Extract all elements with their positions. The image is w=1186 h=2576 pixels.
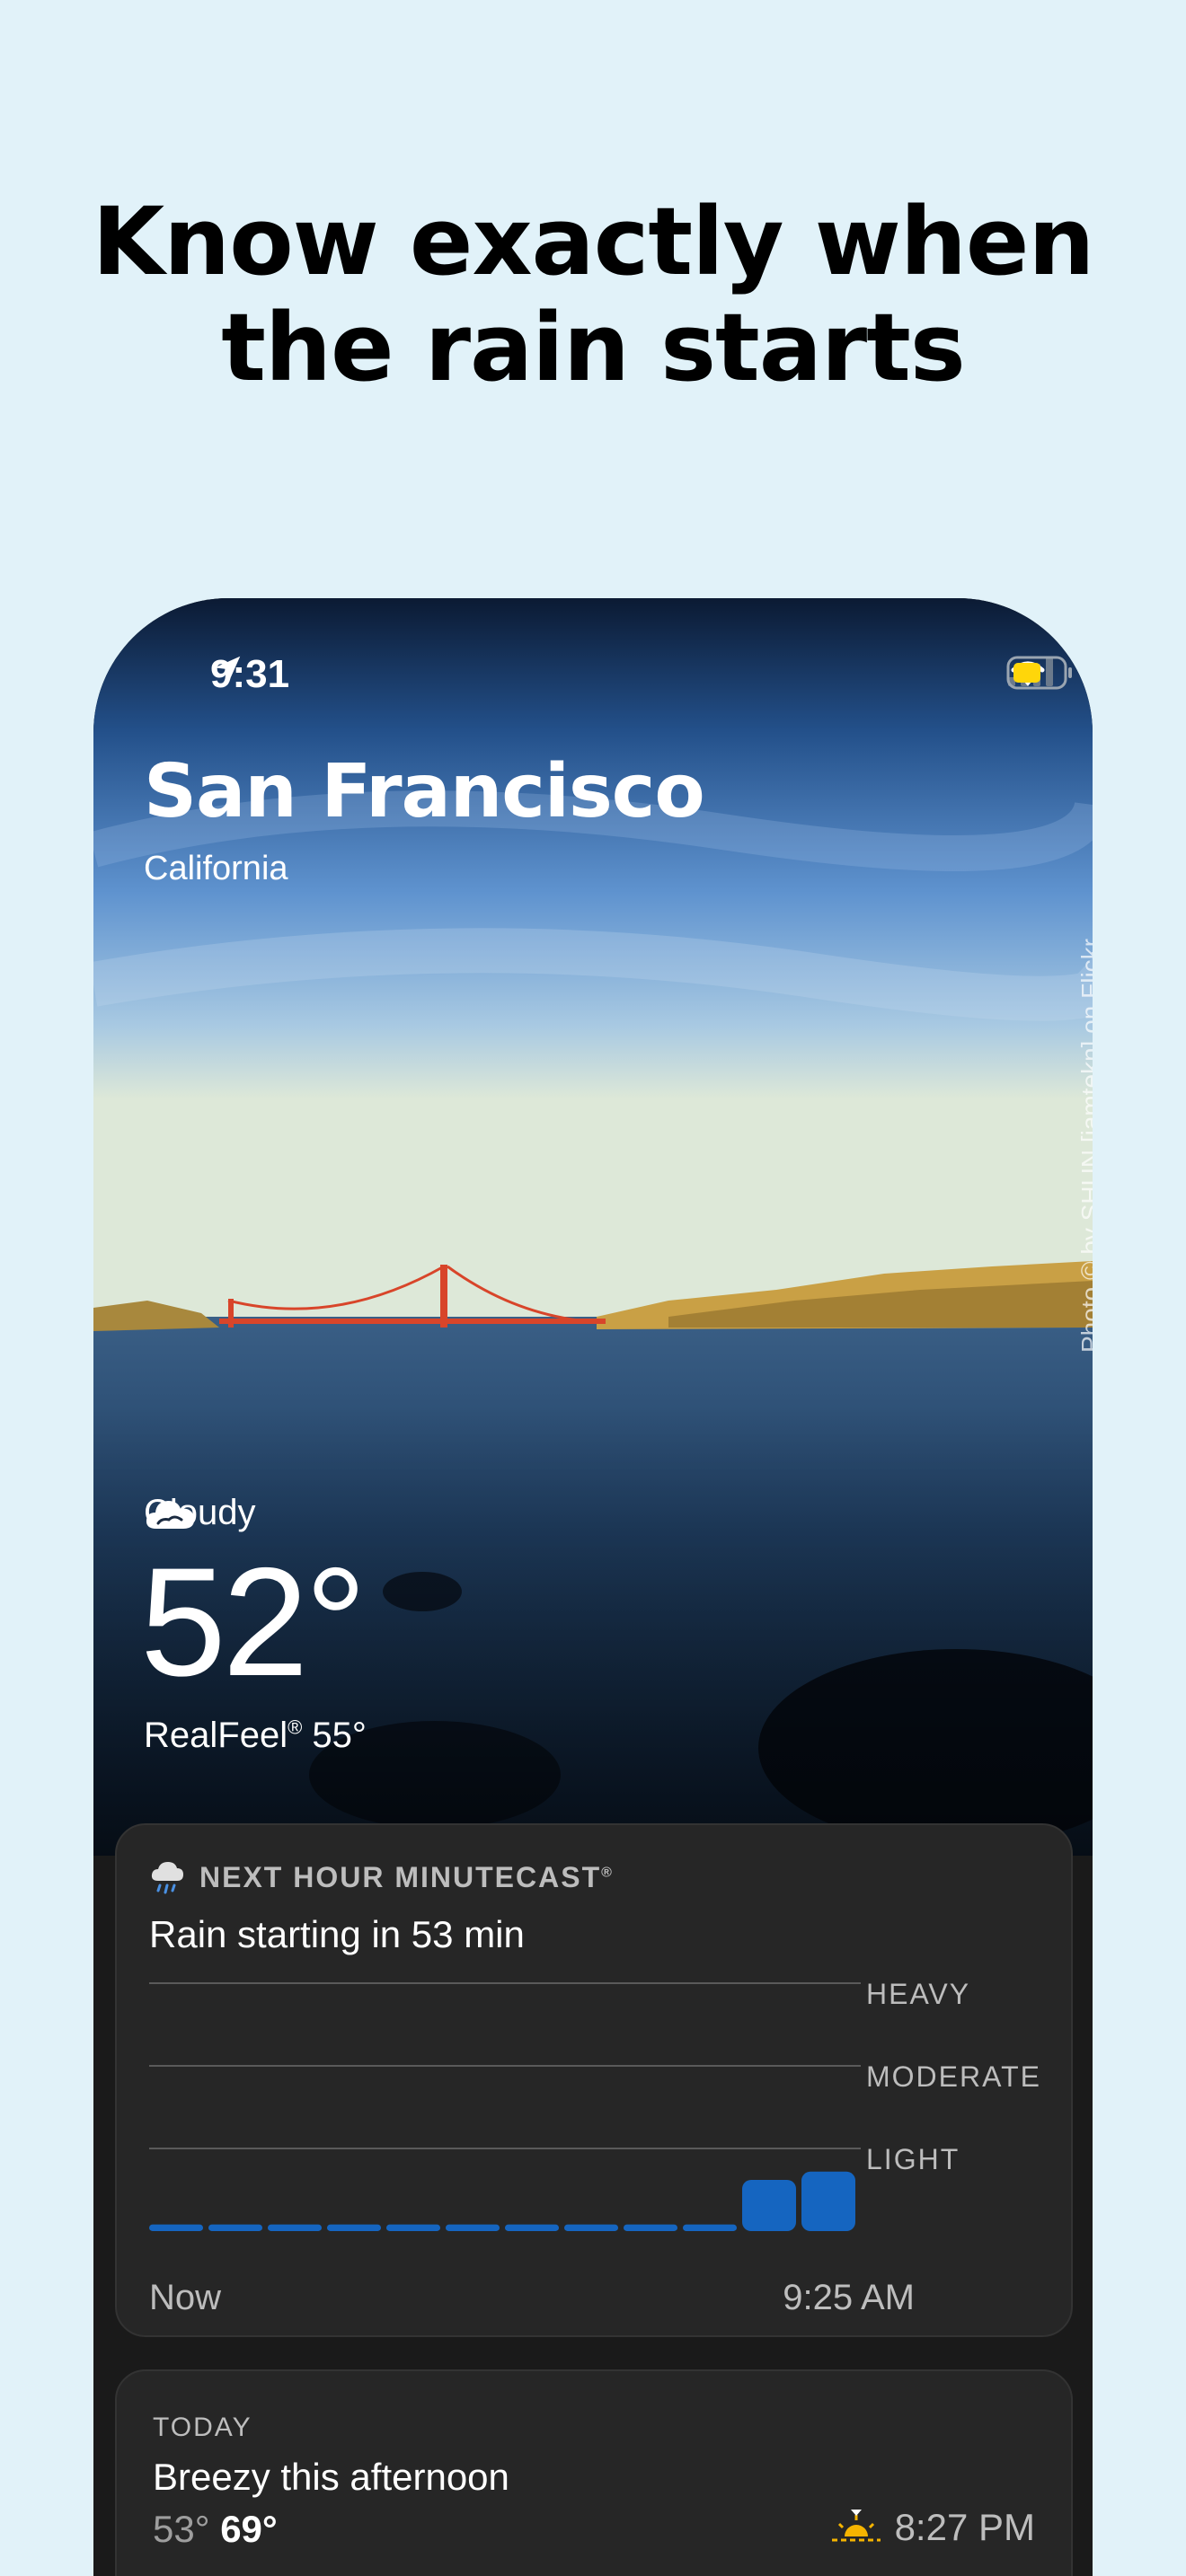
minutecast-chart [149,1982,861,2231]
precip-bar-5 [386,2224,440,2231]
photo-credit: Photo © by SHUN [iamtekn] on Flickr [1076,938,1093,1353]
today-high: 69° [220,2508,278,2550]
precip-bar-8 [564,2224,618,2231]
current-temperature: 52° [140,1536,367,1708]
precip-bar-3 [268,2224,322,2231]
phone-screen: 9:31 San Francisco California Photo by S… [93,598,1093,2576]
status-time: 9:31 [210,652,290,696]
hero-photo: 9:31 San Francisco California Photo by S… [93,598,1093,1856]
sunset-icon [831,2510,881,2542]
region-name: California [144,850,288,887]
precip-bar-11 [742,2179,796,2231]
precip-bar-10 [683,2224,737,2231]
precip-bar-4 [327,2224,381,2231]
sunset-info: 8:27 PM [830,2506,1035,2549]
city-name: San Francisco [144,749,705,834]
precip-bar-6 [446,2224,500,2231]
realfeel: RealFeel® 55° [144,1716,367,1755]
level-moderate-label: MODERATE [866,2060,1041,2093]
today-low: 53° [153,2508,210,2550]
level-heavy-label: HEAVY [866,1978,971,2010]
headline-line-2: the rain starts [221,293,966,402]
today-label: TODAY [153,2413,252,2442]
axis-start-label: Now [149,2278,222,2317]
today-temps: 53° 69° [153,2508,278,2551]
precip-bar-9 [624,2224,677,2231]
precip-bar-7 [505,2224,559,2231]
precip-bar-2 [208,2224,262,2231]
sunset-time: 8:27 PM [894,2506,1035,2548]
level-light-label: LIGHT [866,2143,960,2175]
precip-bar-12 [801,2171,855,2231]
current-condition: Cloudy [144,1493,256,1533]
battery-icon [1006,656,1072,690]
headline-line-1: Know exactly when [92,187,1095,296]
axis-end-label: 9:25 AM [783,2278,915,2317]
today-summary: Breezy this afternoon [153,2456,509,2498]
location-arrow-icon [214,656,241,683]
precip-bar-1 [149,2224,203,2231]
minutecast-card[interactable]: NEXT HOUR MINUTECAST® Rain starting in 5… [115,1823,1073,2337]
today-card[interactable]: TODAY Breezy this afternoon 53° 69° 8:27… [115,2369,1073,2576]
headline: Know exactly when the rain starts [0,189,1186,401]
cloudy-icon [146,1501,195,1529]
